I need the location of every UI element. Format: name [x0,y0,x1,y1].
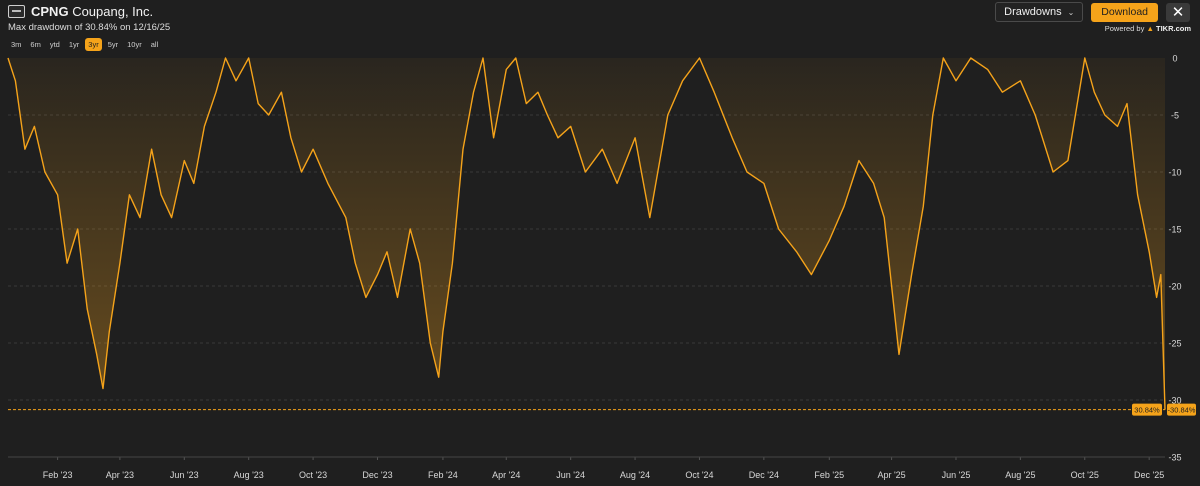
x-tick-label: Oct '24 [685,470,713,480]
y-tick-label: 0 [1172,54,1177,64]
x-tick-label: Aug '24 [620,470,650,480]
y-tick-label: -20 [1168,282,1181,292]
drawdown-area [8,58,1165,410]
x-tick-label: Aug '25 [1005,470,1035,480]
x-tick-label: Apr '23 [106,470,134,480]
x-tick-label: Oct '23 [299,470,327,480]
x-tick-label: Oct '25 [1071,470,1099,480]
x-tick-label: Jun '25 [942,470,971,480]
x-tick-label: Apr '25 [877,470,905,480]
y-tick-label: -25 [1168,339,1181,349]
x-tick-label: Aug '23 [234,470,264,480]
x-tick-label: Feb '23 [43,470,73,480]
x-tick-label: Apr '24 [492,470,520,480]
x-tick-label: Dec '24 [749,470,779,480]
max-drawdown-axis-label: -30.84% [1168,406,1196,415]
x-tick-label: Feb '24 [428,470,458,480]
drawdown-chart: 0-5-10-15-20-25-30-35Feb '23 Apr '23 Jun '… [7,54,1196,480]
y-tick-label: -35 [1168,453,1181,463]
x-tick-label: Dec '23 [362,470,392,480]
x-tick-label: Jun '23 [170,470,199,480]
x-tick-label: Feb '25 [814,470,844,480]
y-tick-label: -10 [1168,168,1181,178]
x-tick-label: Dec '25 [1134,470,1164,480]
max-drawdown-label: 30.84% [1134,406,1160,415]
y-tick-label: -15 [1168,225,1181,235]
y-tick-label: -5 [1171,111,1179,121]
x-tick-label: Jun '24 [556,470,585,480]
